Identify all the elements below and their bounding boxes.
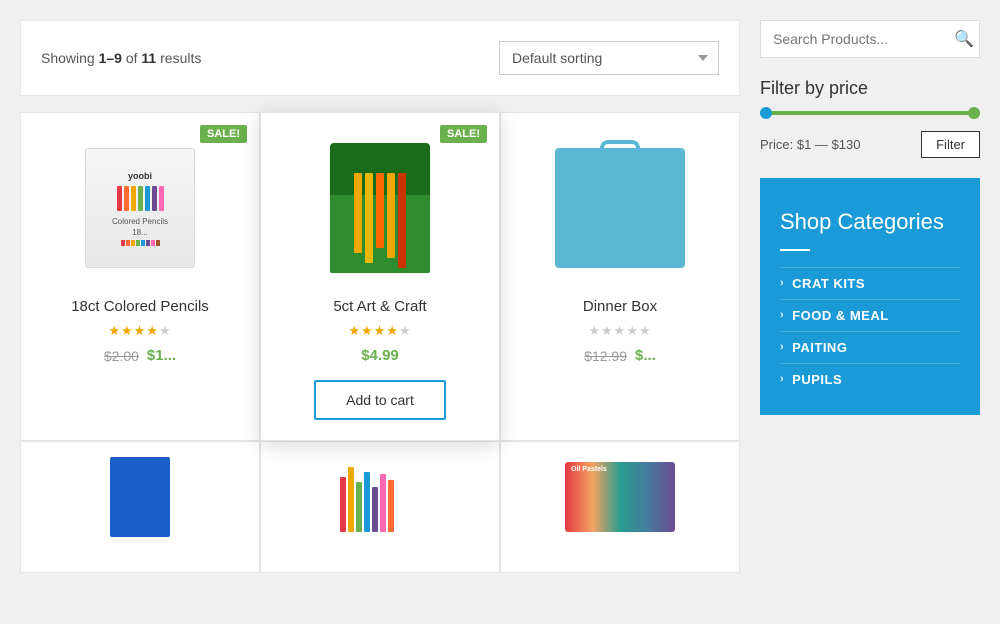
categories-divider <box>780 249 810 251</box>
product-card-dinnerbox: Dinner Box ★★★★★ $12.99 $... <box>500 112 740 441</box>
category-label-pupils: PUPILS <box>792 372 842 387</box>
star-rating-dinnerbox: ★★★★★ <box>588 323 651 339</box>
price-artcraft: $4.99 <box>361 347 399 364</box>
dinnerbox-img <box>555 148 685 268</box>
pencils-box-img: yoobi Colored Pencils 18... <box>85 148 195 268</box>
product-card-notebook <box>20 441 260 573</box>
sale-badge-artcraft: SALE! <box>440 125 487 143</box>
shop-categories-box: Shop Categories › CRAT KITS › FOOD & MEA… <box>760 178 980 415</box>
category-item-paiting[interactable]: › PAITING <box>780 331 960 363</box>
filter-title: Filter by price <box>760 78 980 99</box>
chevron-right-icon: › <box>780 309 784 321</box>
sidebar: 🔍 Filter by price Price: $1 — $130 Filte… <box>760 20 980 573</box>
product-image-pencils-bottom <box>276 457 484 537</box>
price-new-pencils: $1... <box>147 347 176 364</box>
category-label-cratkits: CRAT KITS <box>792 276 865 291</box>
brushes-img <box>330 143 430 273</box>
price-range-text: Price: $1 — $130 <box>760 137 860 152</box>
category-item-cratkits[interactable]: › CRAT KITS <box>780 267 960 299</box>
search-box[interactable]: 🔍 <box>760 20 980 58</box>
results-bar: Showing 1–9 of 11 results Default sortin… <box>20 20 740 96</box>
category-item-pupils[interactable]: › PUPILS <box>780 363 960 395</box>
product-card-pencils-bottom <box>260 441 500 573</box>
main-content: Showing 1–9 of 11 results Default sortin… <box>20 20 740 573</box>
price-pencils: $2.00 $1... <box>104 347 176 364</box>
chevron-right-icon: › <box>780 341 784 353</box>
product-card-colored-pencils: SALE! yoobi Colored Penci <box>20 112 260 441</box>
product-image-brushes <box>276 133 484 283</box>
category-label-foodmeal: FOOD & MEAL <box>792 308 889 323</box>
product-name-dinnerbox: Dinner Box <box>583 298 657 315</box>
category-item-foodmeal[interactable]: › FOOD & MEAL <box>780 299 960 331</box>
product-grid: SALE! yoobi Colored Penci <box>20 112 740 573</box>
star-rating-pencils: ★★★★★ <box>108 323 171 339</box>
category-label-paiting: PAITING <box>792 340 847 355</box>
star-rating-artcraft: ★★★★★ <box>348 323 411 339</box>
product-name-artcraft: 5ct Art & Craft <box>333 298 426 315</box>
price-slider-track[interactable] <box>760 111 980 115</box>
filter-button[interactable]: Filter <box>921 131 980 158</box>
product-card-oilpastels: Oil Pastels <box>500 441 740 573</box>
chevron-right-icon: › <box>780 373 784 385</box>
price-artcraft-value: $4.99 <box>361 347 399 364</box>
categories-list: › CRAT KITS › FOOD & MEAL › PAITING › PU… <box>780 267 960 395</box>
notebook-img <box>110 457 170 537</box>
sort-select[interactable]: Default sorting Sort by popularity Sort … <box>499 41 719 75</box>
chevron-right-icon: › <box>780 277 784 289</box>
results-count: 11 <box>141 50 156 66</box>
price-new-dinnerbox: $... <box>635 347 656 364</box>
sale-badge: SALE! <box>200 125 247 143</box>
search-icon[interactable]: 🔍 <box>954 29 974 49</box>
product-card-art-craft: SALE! 5ct Art & Craft ★★★★★ <box>260 112 500 441</box>
filter-section: Filter by price Price: $1 — $130 Filter <box>760 78 980 158</box>
product-image-pencils: yoobi Colored Pencils 18... <box>36 133 244 283</box>
search-input[interactable] <box>773 31 954 47</box>
product-image-oilpastels: Oil Pastels <box>516 457 724 537</box>
price-old-pencils: $2.00 <box>104 348 139 364</box>
results-text: Showing 1–9 of 11 results <box>41 50 201 66</box>
price-old-dinnerbox: $12.99 <box>584 348 627 364</box>
add-to-cart-button[interactable]: Add to cart <box>314 380 446 420</box>
price-dinnerbox: $12.99 $... <box>584 347 656 364</box>
results-range: 1–9 <box>99 50 122 66</box>
shop-categories-title: Shop Categories <box>780 208 960 237</box>
pencils-bottom-img <box>340 462 420 532</box>
product-image-notebook <box>36 457 244 537</box>
price-filter-row: Price: $1 — $130 Filter <box>760 131 980 158</box>
product-name-pencils: 18ct Colored Pencils <box>71 298 209 315</box>
product-image-dinnerbox <box>516 133 724 283</box>
